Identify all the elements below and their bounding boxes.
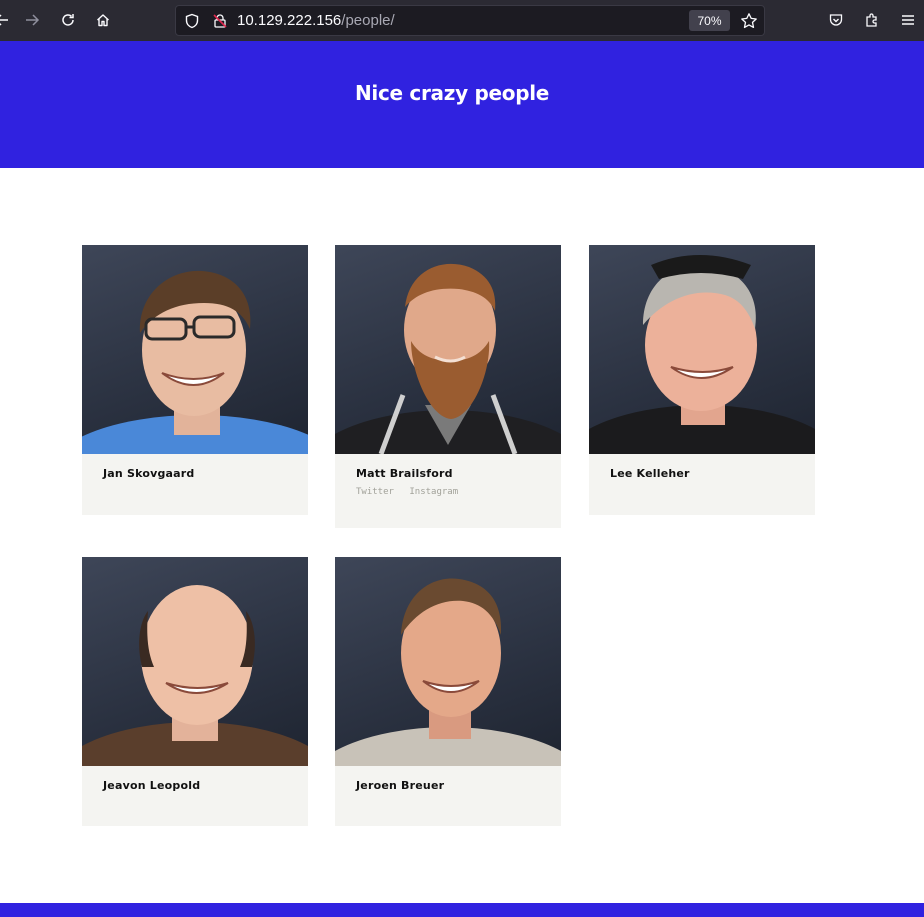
person-photo bbox=[335, 245, 561, 454]
person-card[interactable]: Matt Brailsford Twitter Instagram bbox=[335, 245, 561, 528]
page-title: Nice crazy people bbox=[354, 81, 550, 105]
browser-toolbar: 10.129.222.156/people/ 70% bbox=[0, 0, 924, 41]
person-photo bbox=[82, 245, 308, 454]
person-name: Matt Brailsford bbox=[356, 467, 453, 480]
back-icon[interactable] bbox=[0, 8, 14, 32]
person-card[interactable]: Jeroen Breuer bbox=[335, 557, 561, 826]
hero-banner: Nice crazy people bbox=[0, 41, 924, 168]
person-name: Jeavon Leopold bbox=[103, 779, 201, 792]
menu-icon[interactable] bbox=[896, 8, 920, 32]
url-path: /people/ bbox=[341, 12, 395, 29]
pocket-icon[interactable] bbox=[824, 8, 848, 32]
insecure-lock-icon[interactable] bbox=[212, 13, 228, 29]
person-card[interactable]: Lee Kelleher bbox=[589, 245, 815, 515]
url-text[interactable]: 10.129.222.156/people/ bbox=[237, 12, 395, 29]
twitter-link[interactable]: Twitter bbox=[356, 487, 394, 497]
portrait-illustration bbox=[335, 578, 561, 766]
person-name: Lee Kelleher bbox=[610, 467, 690, 480]
person-name: Jeroen Breuer bbox=[356, 779, 445, 792]
zoom-indicator[interactable]: 70% bbox=[689, 10, 730, 31]
person-name: Jan Skovgaard bbox=[103, 467, 195, 480]
portrait-illustration bbox=[82, 585, 308, 766]
forward-icon[interactable] bbox=[20, 8, 44, 32]
social-links: Twitter Instagram bbox=[356, 487, 468, 497]
portrait-illustration bbox=[589, 255, 815, 454]
home-icon[interactable] bbox=[91, 8, 115, 32]
portrait-illustration bbox=[82, 270, 308, 454]
person-photo bbox=[82, 557, 308, 766]
person-card[interactable]: Jan Skovgaard bbox=[82, 245, 308, 515]
address-bar[interactable]: 10.129.222.156/people/ 70% bbox=[175, 5, 765, 36]
shield-icon[interactable] bbox=[184, 13, 200, 29]
person-photo bbox=[589, 245, 815, 454]
url-host: 10.129.222.156 bbox=[237, 12, 342, 29]
instagram-link[interactable]: Instagram bbox=[409, 487, 458, 497]
footer-bar bbox=[0, 903, 924, 917]
person-card[interactable]: Jeavon Leopold bbox=[82, 557, 308, 826]
extensions-icon[interactable] bbox=[860, 8, 884, 32]
reload-icon[interactable] bbox=[56, 8, 80, 32]
bookmark-star-icon[interactable] bbox=[740, 12, 758, 30]
person-photo bbox=[335, 557, 561, 766]
portrait-illustration bbox=[335, 263, 561, 454]
